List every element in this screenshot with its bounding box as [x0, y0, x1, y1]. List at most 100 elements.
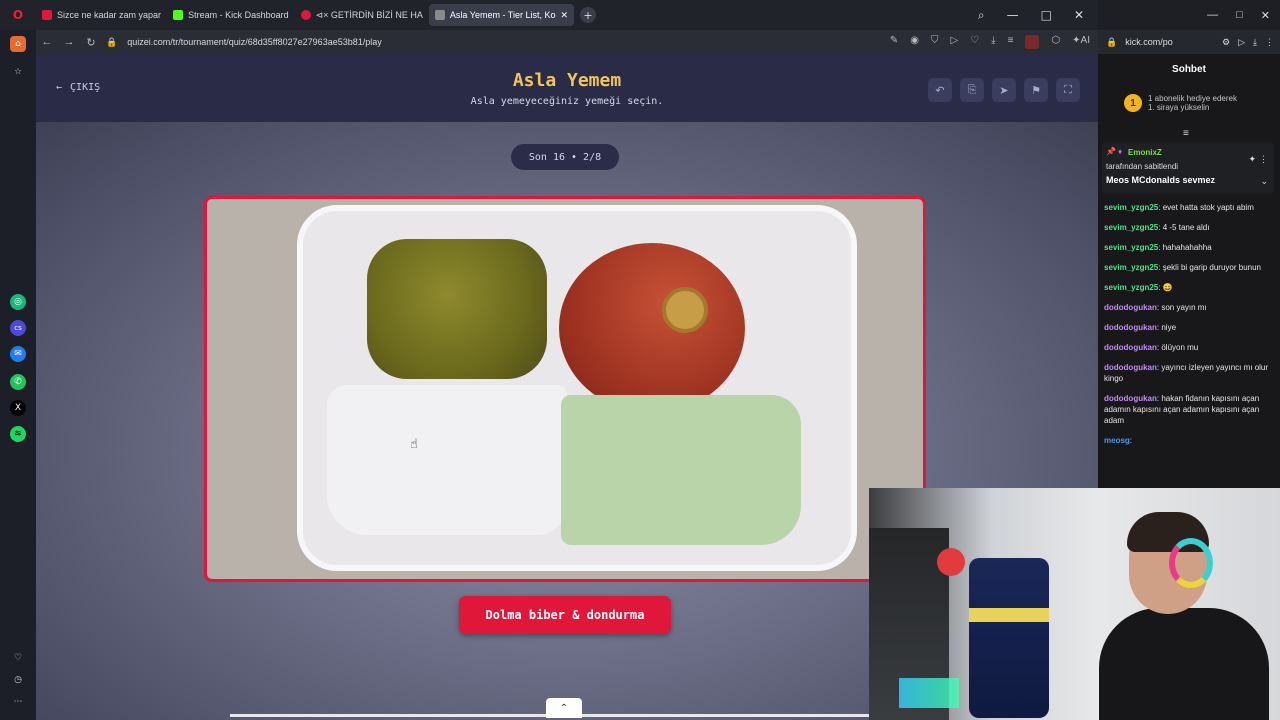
- cup: [937, 548, 965, 576]
- tab-4[interactable]: Asla Yemem - Tier List, Ko ✕: [428, 4, 575, 26]
- tab-3[interactable]: ⊲× GETİRDİN BİZİ NE HA: [295, 4, 429, 26]
- chat-username[interactable]: dododogukan: [1104, 363, 1157, 372]
- download-icon[interactable]: ⤓: [1253, 37, 1257, 48]
- unpin-icon[interactable]: ✦: [1248, 154, 1256, 165]
- heart-icon[interactable]: ♡: [10, 650, 26, 666]
- browser-tab-bar: O Sizce ne kadar zam yapar Stream - Kick…: [0, 0, 1098, 30]
- chat-text: : 4 -5 tane aldı: [1158, 223, 1210, 232]
- play-icon[interactable]: ▷: [1238, 37, 1245, 48]
- pinned-user[interactable]: EmonixZ: [1128, 148, 1162, 157]
- chatgpt-icon[interactable]: ◎: [10, 294, 26, 310]
- address-tools: ✎ ◉ ⛉ ▷ ♡ ⤓ ≡ ⬡ ✦AI: [890, 35, 1098, 49]
- tab-2[interactable]: Stream - Kick Dashboard: [167, 4, 295, 26]
- sub-gift-line1: 1 abonelik hediye ederek: [1148, 94, 1237, 103]
- more-icon[interactable]: ⋯: [10, 694, 26, 710]
- jersey: [969, 558, 1049, 718]
- edit-icon[interactable]: ✎: [890, 35, 898, 49]
- pinned-by: tarafından sabitlendi: [1106, 162, 1179, 171]
- chat-username[interactable]: sevim_yzgn25: [1104, 283, 1158, 292]
- chat-username[interactable]: sevim_yzgn25: [1104, 263, 1158, 272]
- maximize-icon[interactable]: □: [1236, 9, 1243, 21]
- shield-icon[interactable]: ⛉: [931, 35, 939, 49]
- choice-button[interactable]: Dolma biber & dondurma: [459, 596, 671, 634]
- tab-label: Stream - Kick Dashboard: [188, 10, 289, 20]
- chat-username[interactable]: meosg: [1104, 436, 1130, 445]
- sub-gift-banner[interactable]: 1 1 abonelik hediye ederek 1. siraya yük…: [1124, 94, 1274, 112]
- history-icon[interactable]: ◷: [10, 672, 26, 688]
- window-controls: ⌕ — □ ✕: [978, 8, 1098, 23]
- download-icon[interactable]: ⤓: [991, 35, 995, 49]
- chat-username[interactable]: dododogukan: [1104, 303, 1157, 312]
- ai-icon[interactable]: ✦AI: [1072, 35, 1090, 49]
- heart-icon[interactable]: ♡: [970, 35, 979, 49]
- chat-message: dododogukan: son yayın mı: [1104, 302, 1274, 313]
- search-icon[interactable]: ⌕: [978, 8, 985, 23]
- flag-icon[interactable]: ⚑: [1024, 78, 1048, 102]
- undo-icon[interactable]: ↶: [928, 78, 952, 102]
- maximize-icon[interactable]: □: [1041, 8, 1052, 23]
- forward-icon[interactable]: →: [58, 36, 80, 48]
- minimize-icon[interactable]: —: [1207, 9, 1218, 21]
- close-icon[interactable]: ✕: [1074, 8, 1084, 23]
- chat-title: Sohbet: [1172, 64, 1206, 75]
- settings-icon[interactable]: ⚙: [1222, 37, 1230, 48]
- chat-text: : hahahahahha: [1158, 243, 1212, 252]
- chat-message: sevim_yzgn25: hahahahahha: [1104, 242, 1274, 253]
- messenger-icon[interactable]: ✉: [10, 346, 26, 362]
- pinned-text: Meos MCdonalds sevmez: [1106, 175, 1216, 185]
- play-icon[interactable]: ▷: [951, 35, 959, 49]
- url-text[interactable]: quizei.com/tr/tournament/quiz/68d35ff802…: [127, 37, 382, 47]
- kebab-icon[interactable]: ⋮: [1259, 154, 1268, 165]
- round-indicator: Son 16 • 2/8: [511, 144, 619, 170]
- collapse-icon[interactable]: ≡: [1183, 128, 1189, 139]
- sub-gift-text: 1 abonelik hediye ederek 1. siraya yükse…: [1148, 94, 1237, 112]
- chat-window-controls: — □ ✕: [1098, 0, 1280, 30]
- back-icon[interactable]: ←: [36, 36, 58, 48]
- star-icon[interactable]: ☆: [10, 64, 26, 80]
- chat-username[interactable]: sevim_yzgn25: [1104, 223, 1158, 232]
- avatar[interactable]: [1025, 35, 1040, 49]
- new-tab-icon[interactable]: +: [580, 7, 597, 23]
- pistachio-ice-cream: [561, 395, 801, 545]
- share-icon[interactable]: ⎘: [960, 78, 984, 102]
- chat-message: dododogukan: yayıncı izleyen yayıncı mı …: [1104, 362, 1274, 384]
- x-icon[interactable]: X: [10, 400, 26, 416]
- pin-icon: 📌: [1106, 147, 1116, 156]
- reload-icon[interactable]: ↻: [80, 36, 102, 49]
- food-image-card[interactable]: ☝: [204, 196, 926, 582]
- chevron-down-icon[interactable]: ⌄: [1260, 176, 1268, 187]
- chevron-up-icon[interactable]: ⌃: [546, 698, 582, 718]
- address-bar: ← → ↻ 🔒 quizei.com/tr/tournament/quiz/68…: [36, 30, 1098, 54]
- chat-url[interactable]: kick.com/po: [1125, 37, 1173, 47]
- app-icon[interactable]: cs: [10, 320, 26, 336]
- chat-username[interactable]: sevim_yzgn25: [1104, 243, 1158, 252]
- chat-text: : 😄: [1158, 283, 1173, 292]
- chat-message: dododogukan: niye: [1104, 322, 1274, 333]
- chat-username[interactable]: dododogukan: [1104, 343, 1157, 352]
- pinned-message[interactable]: 📌 ♦ EmonixZ tarafından sabitlendi Meos M…: [1102, 142, 1274, 194]
- menu-icon[interactable]: ≡: [1008, 35, 1014, 49]
- spotify-icon[interactable]: ≋: [10, 426, 26, 442]
- send-icon[interactable]: ➤: [992, 78, 1016, 102]
- close-icon[interactable]: ✕: [1261, 9, 1270, 22]
- tab-label: Asla Yemem - Tier List, Ko: [449, 10, 556, 20]
- chat-username[interactable]: sevim_yzgn25: [1104, 203, 1158, 212]
- opera-logo-icon[interactable]: O: [0, 8, 36, 22]
- chat-message: sevim_yzgn25: evet hatta stok yaptı abim: [1104, 202, 1274, 213]
- home-icon[interactable]: ⌂: [10, 36, 26, 52]
- jersey-stripe: [969, 608, 1049, 622]
- extension-icon[interactable]: ⬡: [1051, 35, 1060, 49]
- chat-message: meosg:: [1104, 435, 1274, 446]
- whatsapp-icon[interactable]: ✆: [10, 374, 26, 390]
- tab-1[interactable]: Sizce ne kadar zam yapar: [36, 4, 167, 26]
- camera-icon[interactable]: ◉: [910, 35, 919, 49]
- close-tab-icon[interactable]: ✕: [560, 10, 568, 21]
- fullscreen-icon[interactable]: ⛶: [1056, 78, 1080, 102]
- minimize-icon[interactable]: —: [1007, 8, 1019, 23]
- rgb-headset: [1169, 538, 1213, 588]
- more-icon[interactable]: ⋮: [1265, 37, 1280, 48]
- hand-cursor-icon: ☝: [410, 437, 418, 452]
- chat-username[interactable]: dododogukan: [1104, 323, 1157, 332]
- tab-label: Sizce ne kadar zam yapar: [57, 10, 162, 20]
- chat-username[interactable]: dododogukan: [1104, 394, 1157, 403]
